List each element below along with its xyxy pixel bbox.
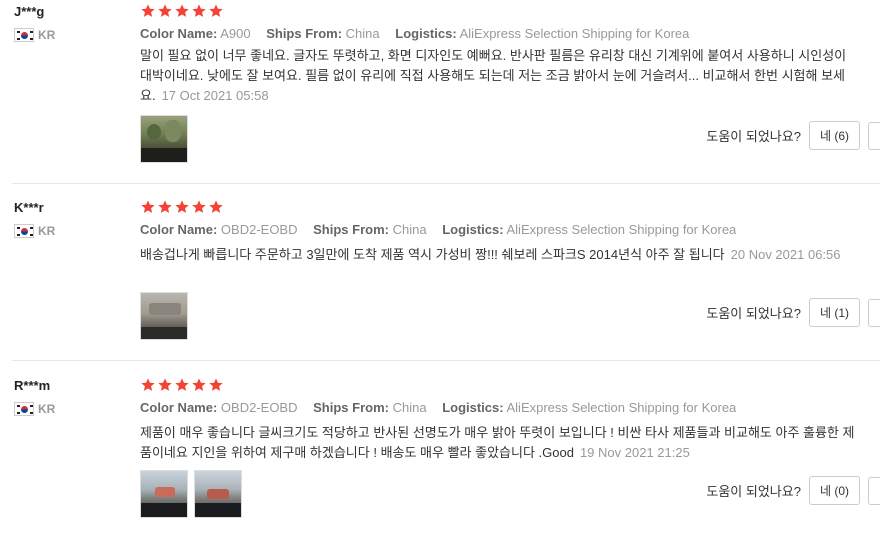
review-date: 17 Oct 2021 05:58 [161,88,269,103]
color-name-label: Color Name: [140,26,218,41]
helpful-no-button[interactable] [868,121,880,150]
korea-flag-icon [14,28,34,42]
color-name-value: OBD2-EOBD [220,400,298,415]
korea-flag-icon [14,402,34,416]
star-icon [174,377,190,398]
helpful-yes-button[interactable]: 네 (0) [808,476,860,505]
helpful-no-button[interactable] [868,298,880,327]
ships-from-value: China [345,26,380,41]
logistics-value: AliExpress Selection Shipping for Korea [506,400,737,415]
review-date: 19 Nov 2021 21:25 [579,445,690,460]
helpful-section: 도움이 되었나요? 네 (0) [706,476,880,505]
korea-flag-icon [14,224,34,238]
ships-from-value: China [392,400,427,415]
review-text: 제품이 매우 좋습니다 글씨크기도 적당하고 반사된 선명도가 매우 밝아 뚜렷… [140,423,860,463]
star-icon [208,377,224,398]
ships-from-value: China [392,222,427,237]
helpful-yes-button[interactable]: 네 (6) [808,121,860,150]
star-icon [208,199,224,220]
helpful-label: 도움이 되었나요? [706,306,801,321]
star-icon [140,199,156,220]
review-photos [140,115,188,163]
star-icon [140,3,156,24]
review-photo[interactable] [194,470,242,518]
helpful-section: 도움이 되었나요? 네 (6) [706,121,880,150]
review-photo[interactable] [140,292,188,340]
star-icon [191,377,207,398]
review-divider [12,183,880,184]
ships-from-label: Ships From: [313,400,389,415]
reviewer-name: R***m [14,378,51,393]
review-meta: Color Name: A900 Ships From: China Logis… [140,26,701,41]
reviewer-country: KR [14,402,55,416]
ships-from-label: Ships From: [266,26,343,41]
helpful-label: 도움이 되었나요? [706,484,801,499]
star-icon [140,377,156,398]
star-icon [191,3,207,24]
country-code: KR [38,28,56,42]
logistics-label: Logistics: [442,400,504,415]
star-rating [140,3,224,24]
reviewer-country: KR [14,28,55,42]
review-meta: Color Name: OBD2-EOBD Ships From: China … [140,400,748,415]
country-code: KR [38,402,56,416]
helpful-no-button[interactable] [868,476,880,505]
star-icon [157,199,173,220]
reviewer-country: KR [14,224,55,238]
star-icon [208,3,224,24]
star-icon [174,3,190,24]
logistics-label: Logistics: [442,222,504,237]
review-divider [12,360,880,361]
logistics-label: Logistics: [395,26,457,41]
ships-from-label: Ships From: [313,222,389,237]
star-rating [140,377,224,398]
logistics-value: AliExpress Selection Shipping for Korea [506,222,737,237]
review-photo[interactable] [140,115,188,163]
helpful-section: 도움이 되었나요? 네 (1) [706,298,880,327]
review-meta: Color Name: OBD2-EOBD Ships From: China … [140,222,748,237]
country-code: KR [38,224,56,238]
reviewer-name: K***r [14,200,44,215]
review-body: 제품이 매우 좋습니다 글씨크기도 적당하고 반사된 선명도가 매우 밝아 뚜렷… [140,425,855,460]
review-text: 말이 필요 없이 너무 좋네요. 글자도 뚜렷하고, 화면 디자인도 예뻐요. … [140,46,860,106]
color-name-value: A900 [220,26,251,41]
star-icon [174,199,190,220]
color-name-label: Color Name: [140,222,218,237]
review-text: 배송겁나게 빠릅니다 주문하고 3일만에 도착 제품 역시 가성비 짱!!! 쉐… [140,245,860,265]
logistics-value: AliExpress Selection Shipping for Korea [459,26,690,41]
star-icon [157,377,173,398]
star-icon [191,199,207,220]
reviewer-name: J***g [14,4,45,19]
review-photos [140,292,188,340]
star-rating [140,199,224,220]
review-date: 20 Nov 2021 06:56 [730,247,841,262]
review-body: 배송겁나게 빠릅니다 주문하고 3일만에 도착 제품 역시 가성비 짱!!! 쉐… [140,247,725,262]
review-photos [140,470,242,518]
color-name-value: OBD2-EOBD [220,222,298,237]
review-photo[interactable] [140,470,188,518]
helpful-yes-button[interactable]: 네 (1) [808,298,860,327]
color-name-label: Color Name: [140,400,218,415]
star-icon [157,3,173,24]
helpful-label: 도움이 되었나요? [706,129,801,144]
